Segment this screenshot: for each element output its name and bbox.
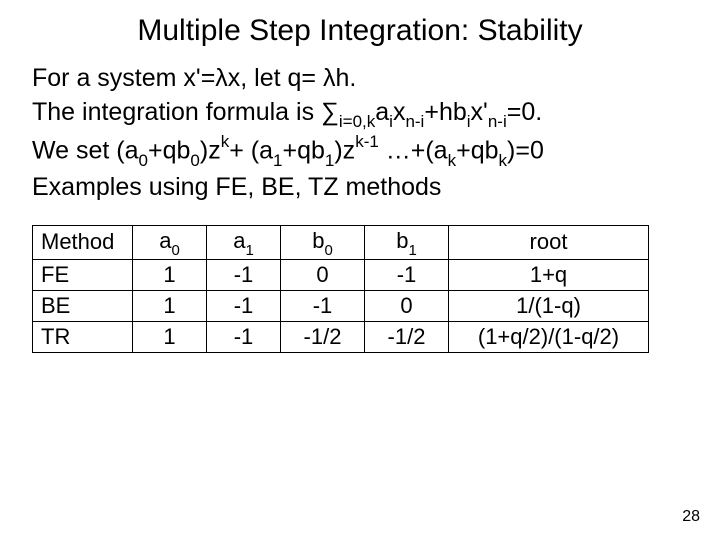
coefficient-table: Method a0 a1 b0 b1 root FE 1 -1 0 -1 1+q… bbox=[32, 225, 649, 353]
l3-mid6: +qb bbox=[456, 136, 498, 164]
cell-method: TR bbox=[33, 322, 133, 353]
table-header-row: Method a0 a1 b0 b1 root bbox=[33, 225, 649, 259]
term-a-sub: i bbox=[389, 112, 393, 131]
l3-k1: k-1 bbox=[355, 132, 379, 151]
line-3: We set (a0+qb0)zk+ (a1+qb1)zk-1 …+(ak+qb… bbox=[32, 133, 692, 171]
cell-b0: 0 bbox=[281, 260, 365, 291]
l3-mid1: +qb bbox=[148, 136, 190, 164]
cell-b1: -1/2 bbox=[365, 322, 449, 353]
sum-symbol: ∑ bbox=[321, 98, 339, 126]
cell-a1: -1 bbox=[207, 291, 281, 322]
header-a0-pre: a bbox=[159, 228, 171, 253]
term-x2-sub: n-i bbox=[488, 112, 507, 131]
cell-method: BE bbox=[33, 291, 133, 322]
header-a0-sub: 0 bbox=[171, 242, 179, 259]
line2-pre: The integration formula is bbox=[32, 98, 321, 126]
cell-b1: 0 bbox=[365, 291, 449, 322]
header-method: Method bbox=[33, 225, 133, 259]
cell-root: 1/(1-q) bbox=[449, 291, 649, 322]
header-b1: b1 bbox=[365, 225, 449, 259]
table-row: TR 1 -1 -1/2 -1/2 (1+q/2)/(1-q/2) bbox=[33, 322, 649, 353]
table-row: FE 1 -1 0 -1 1+q bbox=[33, 260, 649, 291]
term-x2: x' bbox=[471, 98, 488, 126]
header-a0: a0 bbox=[133, 225, 207, 259]
header-a1-sub: 1 bbox=[245, 242, 253, 259]
l3-bksub: k bbox=[499, 151, 508, 170]
header-b1-sub: 1 bbox=[408, 242, 416, 259]
header-a1: a1 bbox=[207, 225, 281, 259]
l3-k: k bbox=[221, 132, 230, 151]
line-4: Examples using FE, BE, TZ methods bbox=[32, 171, 692, 205]
term-a: a bbox=[375, 98, 389, 126]
l3-pre: We set (a bbox=[32, 136, 139, 164]
l3-mid4: )z bbox=[334, 136, 355, 164]
cell-a0: 1 bbox=[133, 291, 207, 322]
cell-root: 1+q bbox=[449, 260, 649, 291]
header-root: root bbox=[449, 225, 649, 259]
cell-b0: -1 bbox=[281, 291, 365, 322]
body-text: For a system x'=λx, let q= λh. The integ… bbox=[32, 62, 692, 205]
cell-root: (1+q/2)/(1-q/2) bbox=[449, 322, 649, 353]
header-b1-pre: b bbox=[396, 228, 408, 253]
slide: Multiple Step Integration: Stability For… bbox=[0, 0, 720, 540]
page-number: 28 bbox=[682, 508, 700, 526]
l3-mid2: )z bbox=[200, 136, 221, 164]
cell-a0: 1 bbox=[133, 260, 207, 291]
sum-subscript: i=0,k bbox=[339, 112, 375, 131]
table-row: BE 1 -1 -1 0 1/(1-q) bbox=[33, 291, 649, 322]
l3-mid5: …+(a bbox=[379, 136, 448, 164]
l3-a0sub: 0 bbox=[139, 151, 148, 170]
header-b0-sub: 0 bbox=[324, 242, 332, 259]
term-plus-hb: +hb bbox=[424, 98, 466, 126]
cell-a0: 1 bbox=[133, 322, 207, 353]
header-b0-pre: b bbox=[312, 228, 324, 253]
term-x1: x bbox=[393, 98, 406, 126]
header-a1-pre: a bbox=[233, 228, 245, 253]
l3-b1sub: 1 bbox=[325, 151, 334, 170]
l3-aksub: k bbox=[448, 151, 457, 170]
header-b0: b0 bbox=[281, 225, 365, 259]
cell-a1: -1 bbox=[207, 260, 281, 291]
line-2: The integration formula is ∑i=0,kaixn-i+… bbox=[32, 96, 692, 133]
cell-b0: -1/2 bbox=[281, 322, 365, 353]
l3-b0sub: 0 bbox=[190, 151, 199, 170]
line-1: For a system x'=λx, let q= λh. bbox=[32, 62, 692, 96]
term-x1-sub: n-i bbox=[405, 112, 424, 131]
l3-plus: + (a bbox=[229, 136, 273, 164]
cell-b1: -1 bbox=[365, 260, 449, 291]
l3-tail: )=0 bbox=[507, 136, 544, 164]
coefficient-table-wrap: Method a0 a1 b0 b1 root FE 1 -1 0 -1 1+q… bbox=[32, 225, 692, 353]
l3-a1sub: 1 bbox=[273, 151, 282, 170]
l3-mid3: +qb bbox=[282, 136, 324, 164]
line2-tail: =0. bbox=[507, 98, 542, 126]
cell-method: FE bbox=[33, 260, 133, 291]
cell-a1: -1 bbox=[207, 322, 281, 353]
term-b-sub: i bbox=[467, 112, 471, 131]
slide-title: Multiple Step Integration: Stability bbox=[28, 14, 692, 48]
